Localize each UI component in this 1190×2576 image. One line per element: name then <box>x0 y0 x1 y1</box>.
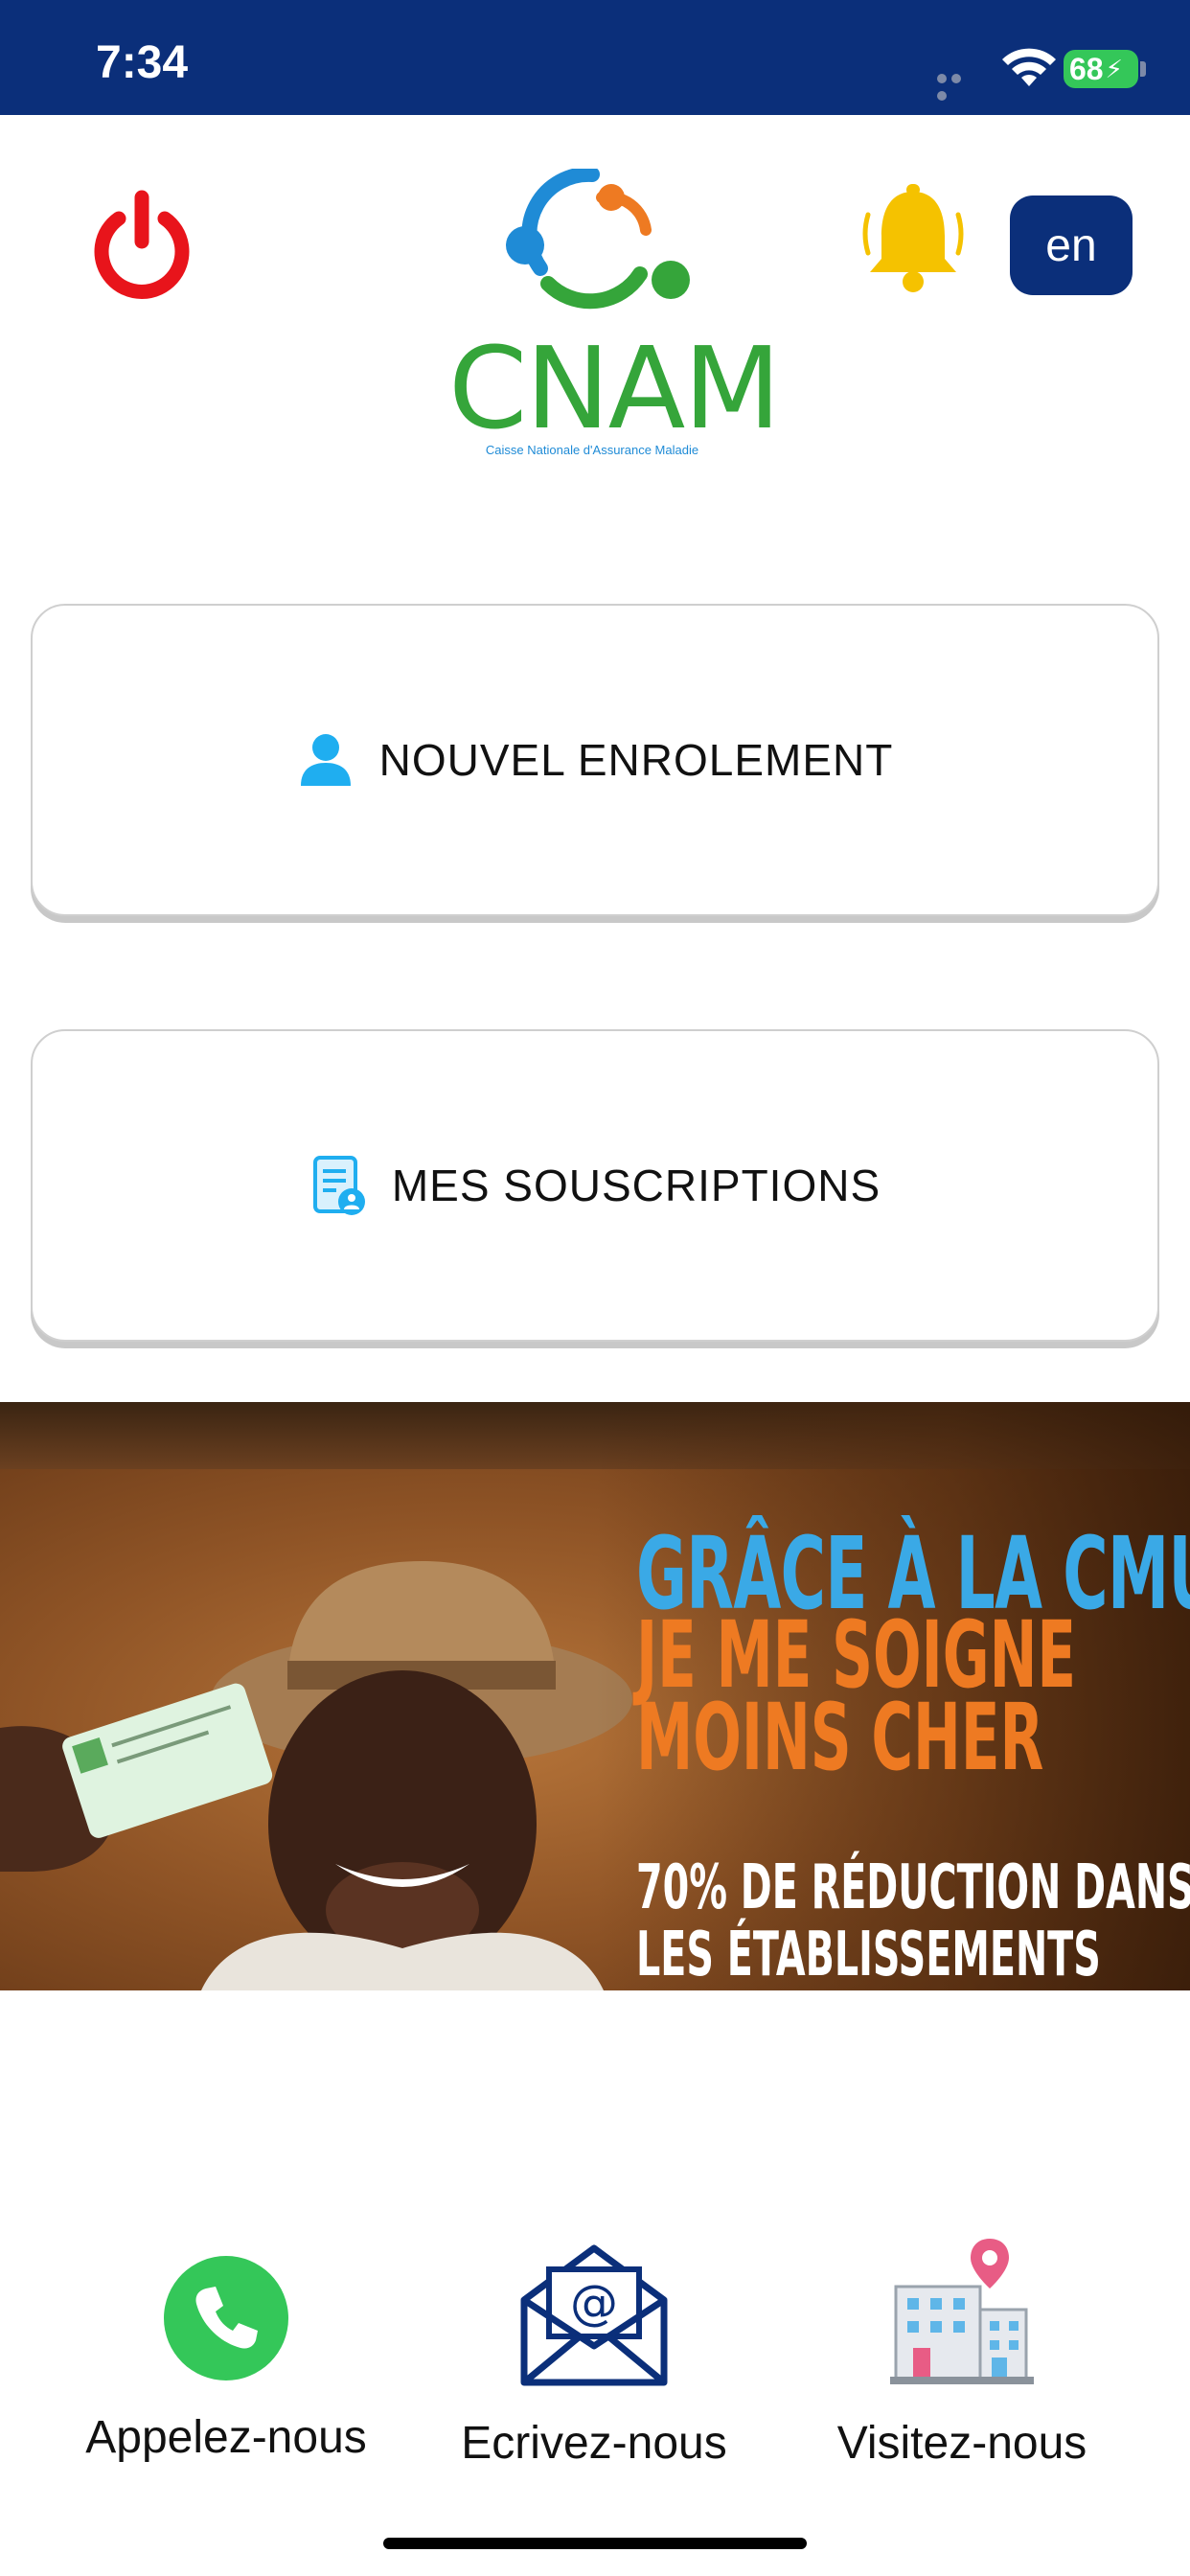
logo-text: CNAM <box>448 322 781 454</box>
call-us-label: Appelez-nous <box>85 2412 367 2463</box>
cnam-logo: CNAM Caisse Nationale d'Assurance Maladi… <box>448 169 781 466</box>
cmu-promo-banner[interactable]: GRÂCE À LA CMU, JE ME SOIGNE MOINS CHER … <box>0 1402 1190 1990</box>
visit-us-label: Visitez-nous <box>836 2418 1087 2469</box>
person-icon <box>300 734 351 786</box>
banner-headline-3: MOINS CHER <box>636 1684 1044 1791</box>
my-subscriptions-label: MES SOUSCRIPTIONS <box>391 1161 881 1210</box>
banner-subtext-1: 70% DE RÉDUCTION DANS <box>636 1852 1190 1923</box>
cnam-logo-emblem <box>506 169 690 310</box>
power-icon[interactable] <box>84 188 199 303</box>
phone-icon <box>164 2256 288 2380</box>
new-enrollment-button[interactable]: NOUVEL ENROLEMENT <box>31 604 1159 916</box>
home-indicator <box>383 2538 807 2549</box>
write-us-button[interactable]: @ Ecrivez-nous <box>412 2242 776 2492</box>
document-user-icon <box>312 1156 365 1215</box>
signal-dots-icon <box>937 71 979 101</box>
status-time: 7:34 <box>96 37 189 88</box>
status-bar: 7:34 68 ⚡ <box>0 0 1190 115</box>
my-subscriptions-button[interactable]: MES SOUSCRIPTIONS <box>31 1029 1159 1342</box>
logo-subtitle: Caisse Nationale d'Assurance Maladie <box>485 443 699 457</box>
smiling-man-with-card-image <box>0 1561 632 1990</box>
call-us-button[interactable]: Appelez-nous <box>44 2242 408 2492</box>
battery-level: 68 <box>1069 51 1104 86</box>
wifi-icon <box>1002 48 1056 86</box>
language-button[interactable]: en <box>1010 196 1133 295</box>
bell-icon[interactable] <box>860 182 966 297</box>
write-us-label: Ecrivez-nous <box>461 2418 727 2469</box>
visit-us-button[interactable]: Visitez-nous <box>780 2239 1144 2492</box>
email-envelope-icon: @ <box>520 2244 668 2386</box>
charging-icon: ⚡ <box>1105 54 1123 83</box>
new-enrollment-label: NOUVEL ENROLEMENT <box>378 735 894 785</box>
banner-subtext-2: LES ÉTABLISSEMENTS <box>636 1920 1101 1990</box>
svg-text:@: @ <box>570 2275 618 2331</box>
battery-cap <box>1140 61 1146 77</box>
battery-indicator: 68 ⚡ <box>1064 50 1138 88</box>
building-location-icon <box>890 2239 1034 2384</box>
